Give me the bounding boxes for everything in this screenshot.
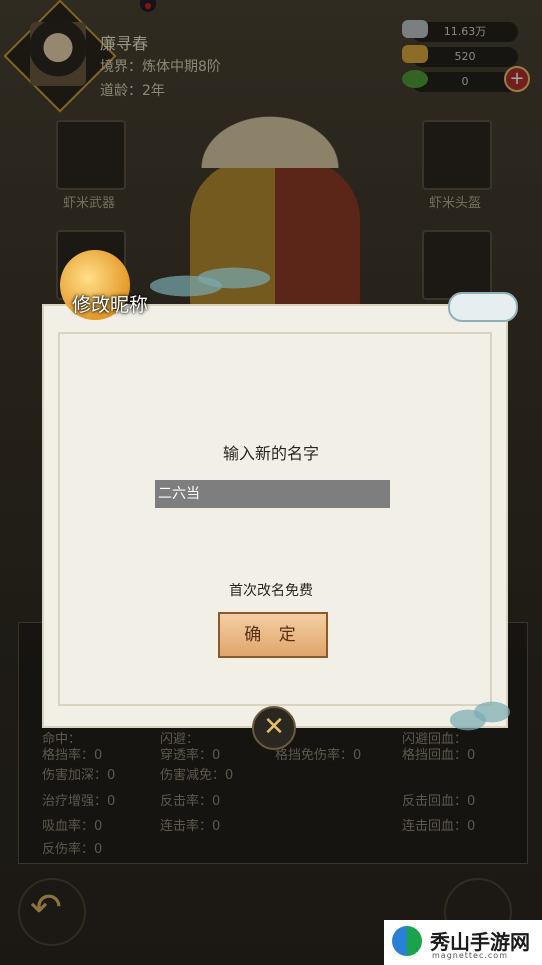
cloud-decoration-icon [448,292,518,322]
confirm-button[interactable]: 确 定 [218,612,328,658]
watermark-subtitle: magnettec.com [432,951,508,960]
rename-dialog [44,306,506,726]
nickname-input[interactable]: 二六当 [155,480,390,508]
watermark-logo-icon [392,926,422,956]
free-rename-note: 首次改名免费 [229,583,313,599]
dialog-title: 修改昵称 [72,294,149,316]
close-dialog-button[interactable]: ✕ [252,706,296,750]
name-prompt: 输入新的名字 [222,444,319,463]
pine-branch-decoration [150,262,270,302]
pine-corner-decoration [450,696,510,736]
